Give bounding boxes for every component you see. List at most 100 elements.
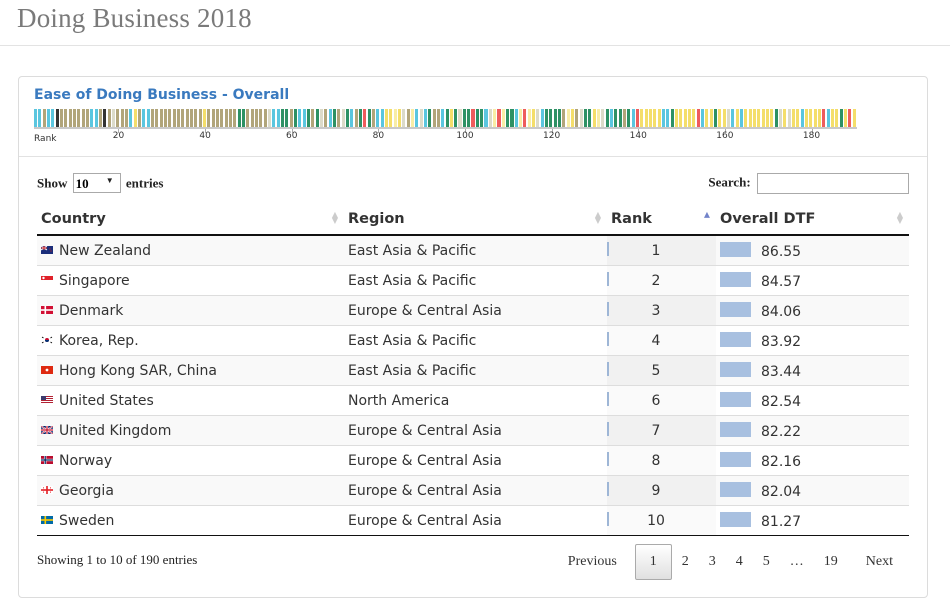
search-input[interactable] (757, 173, 909, 194)
rank-stripe[interactable] (211, 109, 215, 127)
rank-stripe[interactable] (384, 109, 388, 127)
rank-stripe[interactable] (224, 109, 228, 127)
rank-stripe[interactable] (68, 109, 72, 127)
rank-stripe[interactable] (592, 109, 596, 127)
rank-stripe[interactable] (194, 109, 198, 127)
rank-stripe[interactable] (159, 109, 163, 127)
rank-stripe[interactable] (800, 109, 804, 127)
page-button[interactable]: 5 (753, 544, 780, 580)
rank-stripe[interactable] (571, 109, 575, 127)
rank-stripe[interactable] (696, 109, 700, 127)
rank-stripe[interactable] (276, 109, 280, 127)
rank-stripe[interactable] (753, 109, 757, 127)
rank-stripe[interactable] (640, 109, 644, 127)
rank-stripe[interactable] (98, 109, 102, 127)
rank-stripe[interactable] (579, 109, 583, 127)
rank-stripe[interactable] (588, 109, 592, 127)
rank-stripe[interactable] (519, 109, 523, 127)
rank-stripe[interactable] (666, 109, 670, 127)
rank-stripe[interactable] (94, 109, 98, 127)
rank-stripe[interactable] (532, 109, 536, 127)
rank-stripe[interactable] (202, 109, 206, 127)
rank-stripe[interactable] (423, 109, 427, 127)
rank-stripe[interactable] (328, 109, 332, 127)
rank-stripe[interactable] (289, 109, 293, 127)
table-row[interactable]: Georgia Europe & Central Asia 9 82.04 (37, 475, 909, 506)
rank-stripe[interactable] (155, 109, 159, 127)
rank-stripe[interactable] (510, 109, 514, 127)
rank-stripe[interactable] (163, 109, 167, 127)
table-row[interactable]: New Zealand East Asia & Pacific 1 86.55 (37, 235, 909, 266)
rank-stripe[interactable] (683, 109, 687, 127)
rank-stripe[interactable] (497, 109, 501, 127)
rank-stripe[interactable] (614, 109, 618, 127)
rank-stripe[interactable] (523, 109, 527, 127)
rank-stripe[interactable] (597, 109, 601, 127)
rank-stripe[interactable] (332, 109, 336, 127)
rank-stripe[interactable] (631, 109, 635, 127)
rank-stripe[interactable] (311, 109, 315, 127)
rank-stripe[interactable] (636, 109, 640, 127)
table-row[interactable]: Norway Europe & Central Asia 8 82.16 (37, 445, 909, 476)
rank-stripe[interactable] (692, 109, 696, 127)
rank-stripe[interactable] (787, 109, 791, 127)
rank-stripe[interactable] (358, 109, 362, 127)
rank-stripe[interactable] (85, 109, 89, 127)
rank-stripe[interactable] (649, 109, 653, 127)
rank-stripe[interactable] (267, 109, 271, 127)
rank-stripe[interactable] (735, 109, 739, 127)
rank-stripe[interactable] (77, 109, 81, 127)
rank-stripe[interactable] (705, 109, 709, 127)
rank-stripe[interactable] (610, 109, 614, 127)
rank-stripe[interactable] (618, 109, 622, 127)
rank-stripe[interactable] (198, 109, 202, 127)
rank-stripe[interactable] (506, 109, 510, 127)
rank-stripe[interactable] (822, 109, 826, 127)
rank-stripe[interactable] (42, 109, 46, 127)
rank-stripe[interactable] (189, 109, 193, 127)
rank-stripe[interactable] (107, 109, 111, 127)
rank-stripe[interactable] (709, 109, 713, 127)
table-row[interactable]: Sweden Europe & Central Asia 10 81.27 (37, 505, 909, 536)
rank-stripe[interactable] (826, 109, 830, 127)
rank-stripe[interactable] (389, 109, 393, 127)
page-button[interactable]: 1 (634, 544, 672, 580)
next-page-button[interactable]: Next (848, 544, 903, 580)
rank-stripe[interactable] (302, 109, 306, 127)
rank-stripe[interactable] (215, 109, 219, 127)
rank-stripe[interactable] (263, 109, 267, 127)
rank-stripe[interactable] (116, 109, 120, 127)
rank-stripe[interactable] (688, 109, 692, 127)
rank-stripe[interactable] (142, 109, 146, 127)
rank-stripe[interactable] (540, 109, 544, 127)
rank-stripe[interactable] (653, 109, 657, 127)
rank-stripe[interactable] (354, 109, 358, 127)
rank-stripe[interactable] (575, 109, 579, 127)
rank-stripe[interactable] (740, 109, 744, 127)
rank-stripe[interactable] (449, 109, 453, 127)
rank-stripe[interactable] (376, 109, 380, 127)
rank-stripe[interactable] (168, 109, 172, 127)
rank-stripe[interactable] (280, 109, 284, 127)
rank-stripe[interactable] (81, 109, 85, 127)
table-row[interactable]: Hong Kong SAR, China East Asia & Pacific 5… (37, 355, 909, 386)
rank-stripe[interactable] (731, 109, 735, 127)
rank-stripe[interactable] (558, 109, 562, 127)
rank-stripe[interactable] (566, 109, 570, 127)
page-button[interactable]: 4 (726, 544, 753, 580)
rank-stripe[interactable] (367, 109, 371, 127)
rank-stripe[interactable] (774, 109, 778, 127)
rank-stripe[interactable] (757, 109, 761, 127)
rank-stripe[interactable] (584, 109, 588, 127)
rank-stripe[interactable] (371, 109, 375, 127)
rank-stripe[interactable] (657, 109, 661, 127)
rank-stripe[interactable] (241, 109, 245, 127)
rank-stripe[interactable] (124, 109, 128, 127)
rank-stripe[interactable] (839, 109, 843, 127)
page-button[interactable]: 3 (699, 544, 726, 580)
rank-stripe[interactable] (445, 109, 449, 127)
rank-stripe[interactable] (207, 109, 211, 127)
rank-stripe[interactable] (852, 109, 856, 127)
rank-stripe[interactable] (146, 109, 150, 127)
rank-stripe[interactable] (549, 109, 553, 127)
